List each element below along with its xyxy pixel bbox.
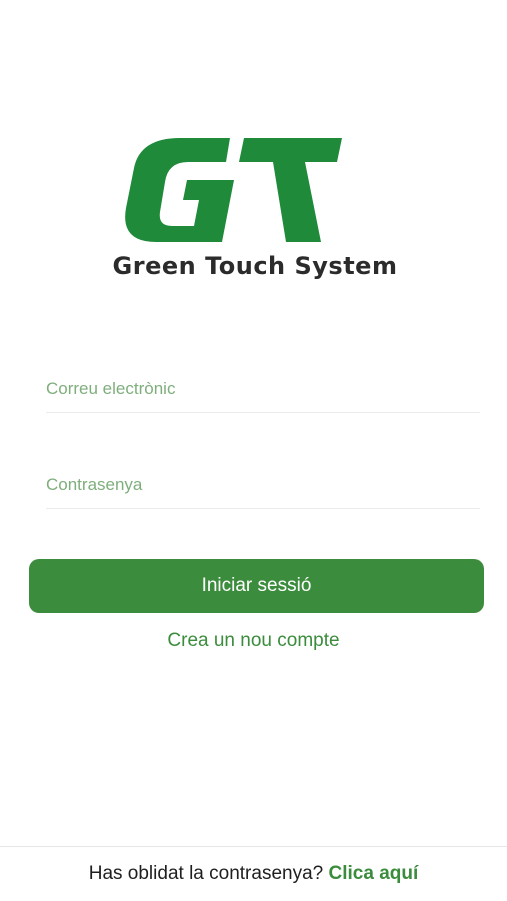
gt-logo-mark <box>125 138 342 242</box>
forgot-password-footer: Has oblidat la contrasenya? Clica aquí <box>0 846 507 901</box>
gts-logo: Green Touch System <box>110 130 400 290</box>
create-account-link[interactable]: Crea un nou compte <box>0 630 507 652</box>
email-input[interactable] <box>46 366 480 412</box>
logo-letter-t <box>239 138 342 242</box>
forgot-password-question: Has oblidat la contrasenya? <box>88 863 324 884</box>
login-button[interactable]: Iniciar sessió <box>29 559 484 613</box>
email-field[interactable] <box>46 366 480 413</box>
forgot-password-link[interactable]: Clica aquí <box>329 863 419 884</box>
logo-wordmark: Green Touch System <box>112 252 398 280</box>
password-input[interactable] <box>46 462 480 508</box>
logo-letter-g <box>125 138 234 242</box>
password-field[interactable] <box>46 462 480 509</box>
